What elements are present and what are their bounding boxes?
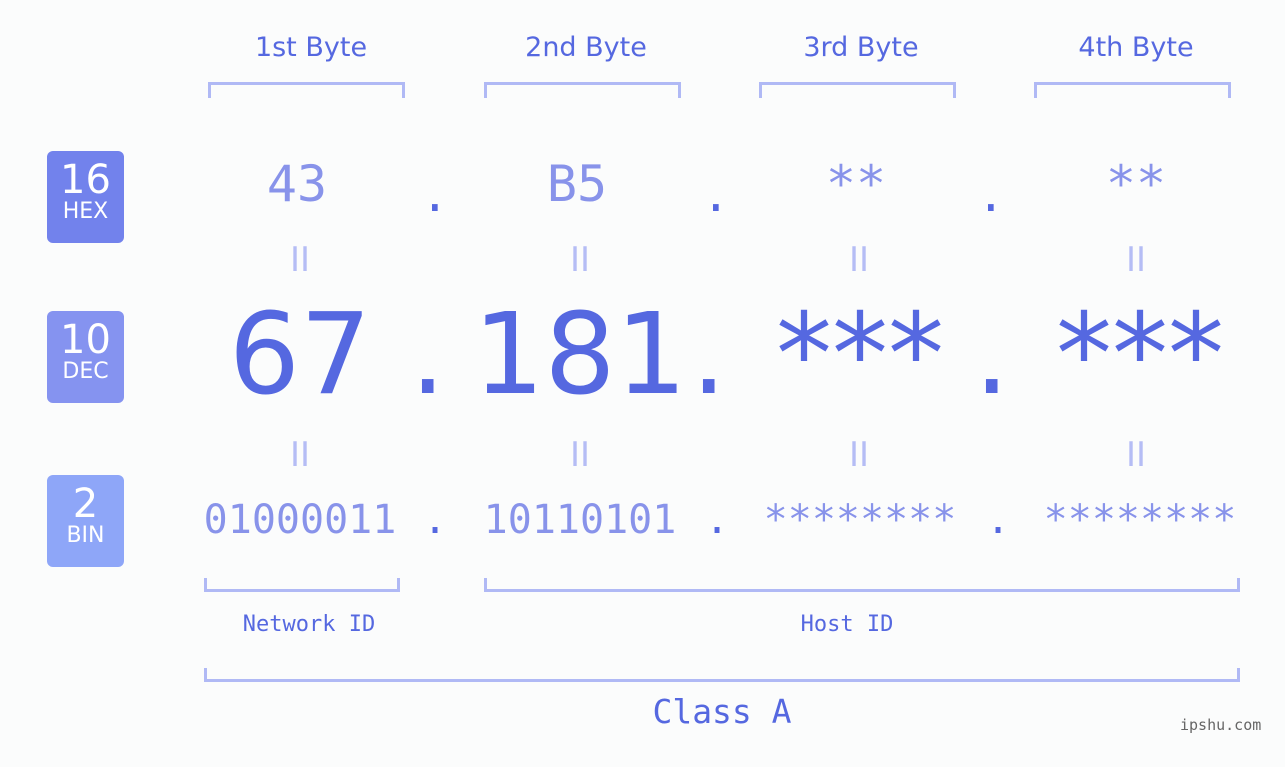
bin-badge-base: 2 xyxy=(72,481,99,527)
bin-octet-2: 10110101 xyxy=(483,497,677,543)
hex-octet-1: 43 xyxy=(266,155,328,213)
equals-sign: II xyxy=(289,435,311,475)
byte-header-2: 2nd Byte xyxy=(525,32,647,63)
equals-sign: II xyxy=(848,240,870,280)
hex-badge-label: HEX xyxy=(62,199,109,224)
bin-separator-3: . xyxy=(986,497,1011,543)
bin-badge: 2 BIN xyxy=(47,475,124,567)
equals-sign: II xyxy=(289,240,311,280)
bin-octet-4: ******** xyxy=(1043,497,1237,543)
dec-badge-label: DEC xyxy=(62,359,109,384)
equals-sign: II xyxy=(1125,435,1147,475)
hex-separator-3: . xyxy=(977,168,1005,222)
dec-separator-2: . xyxy=(691,290,727,420)
byte-header-1: 1st Byte xyxy=(254,32,368,63)
class-bracket xyxy=(204,668,1240,682)
dec-separator-1: . xyxy=(410,290,446,420)
dec-badge: 10 DEC xyxy=(47,311,124,403)
byte-bracket-4 xyxy=(1034,82,1231,98)
hex-separator-2: . xyxy=(702,168,730,222)
hex-separator-1: . xyxy=(421,168,449,222)
bin-separator-1: . xyxy=(423,497,448,543)
hex-octet-2: B5 xyxy=(546,155,608,213)
host-id-bracket xyxy=(484,578,1240,592)
byte-bracket-1 xyxy=(208,82,405,98)
hex-badge-base: 16 xyxy=(60,157,111,203)
byte-header-3: 3rd Byte xyxy=(803,32,919,63)
bin-separator-2: . xyxy=(705,497,730,543)
network-id-bracket xyxy=(204,578,400,592)
dec-badge-base: 10 xyxy=(60,317,111,363)
dec-octet-1: 67 xyxy=(228,290,372,420)
equals-sign: II xyxy=(569,435,591,475)
class-label: Class A xyxy=(652,692,792,731)
dec-octet-3: *** xyxy=(776,290,944,420)
hex-badge: 16 HEX xyxy=(47,151,124,243)
dec-octet-2: 181 xyxy=(473,290,687,420)
byte-bracket-2 xyxy=(484,82,681,98)
hex-octet-4: ** xyxy=(1105,155,1167,213)
dec-separator-3: . xyxy=(974,290,1010,420)
equals-sign: II xyxy=(848,435,870,475)
hex-octet-3: ** xyxy=(825,155,887,213)
equals-sign: II xyxy=(1125,240,1147,280)
bin-badge-label: BIN xyxy=(66,523,105,548)
bin-octet-1: 01000011 xyxy=(203,497,397,543)
equals-sign: II xyxy=(569,240,591,280)
watermark: ipshu.com xyxy=(1180,716,1262,734)
byte-bracket-3 xyxy=(759,82,956,98)
bin-octet-3: ******** xyxy=(763,497,957,543)
byte-header-4: 4th Byte xyxy=(1078,32,1194,63)
dec-octet-4: *** xyxy=(1056,290,1224,420)
network-id-label: Network ID xyxy=(242,612,376,637)
host-id-label: Host ID xyxy=(800,612,894,637)
